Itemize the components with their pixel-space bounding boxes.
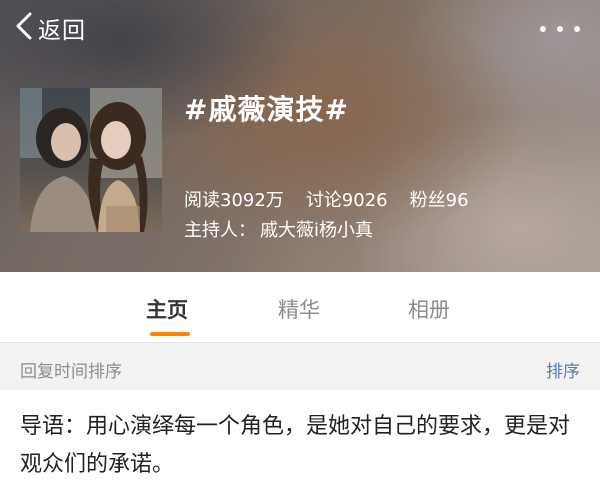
read-count: 阅读3092万 (184, 190, 284, 211)
active-tab-indicator (150, 332, 190, 336)
topic-intro: 导语：用心演绎每一个角色，是她对自己的要求，更是对观众们的承诺。 (20, 414, 571, 477)
host-row: 主持人： 戚大薇i杨小真 (184, 216, 373, 242)
topic-title: #戚薇演技# (184, 93, 349, 126)
host-names[interactable]: 戚大薇i杨小真 (260, 220, 373, 241)
more-options-button[interactable] (540, 16, 580, 42)
fan-count: 粉丝96 (409, 190, 469, 211)
topic-header: 返回 #戚薇演技# 阅读3092万 讨论9026 粉丝96 主持人： 戚大薇i杨… (0, 0, 600, 272)
tab-album[interactable]: 相册 (408, 294, 450, 324)
sort-bar: 回复时间排序 排序 (0, 342, 600, 390)
tab-home[interactable]: 主页 (146, 294, 188, 324)
chevron-left-icon (14, 11, 34, 45)
more-dot (574, 26, 580, 32)
discussion-count: 讨论9026 (305, 190, 388, 211)
sort-order-label: 回复时间排序 (20, 362, 122, 382)
host-label: 主持人： (184, 220, 256, 241)
more-dot (557, 26, 563, 32)
sort-button[interactable]: 排序 (546, 357, 580, 382)
tab-bar: 主页 精华 相册 (0, 272, 600, 342)
tab-featured[interactable]: 精华 (278, 294, 320, 324)
more-dots-icon (540, 26, 546, 32)
back-label: 返回 (38, 18, 86, 44)
topic-cover-image[interactable] (20, 88, 162, 232)
topic-stats: 阅读3092万 讨论9026 粉丝96 (184, 186, 491, 212)
back-button[interactable]: 返回 (14, 10, 86, 46)
